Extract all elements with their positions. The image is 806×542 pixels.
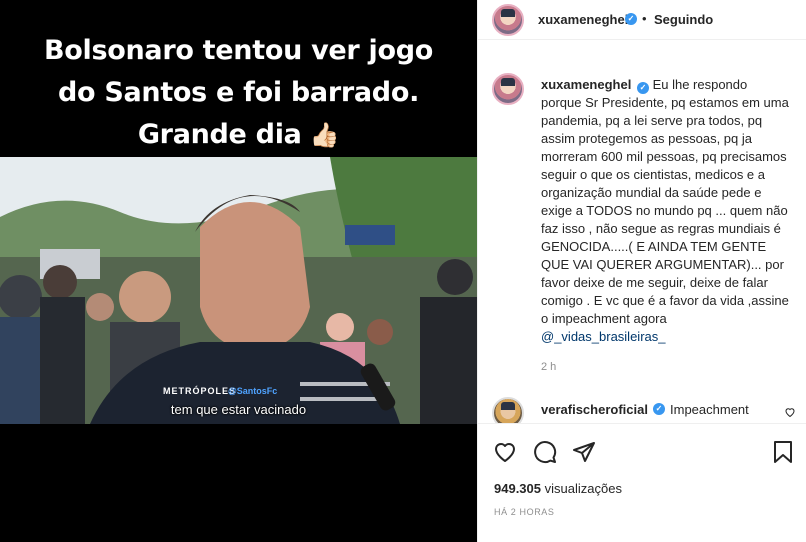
like-heart-icon[interactable] xyxy=(493,440,517,469)
post-header: xuxameneghel ✓ • Seguindo xyxy=(478,0,806,40)
video-frame[interactable] xyxy=(0,157,477,424)
view-count-number: 949.305 xyxy=(494,481,541,496)
reply-text: Impeachment xyxy=(670,402,749,417)
comment-text: Eu lhe respondo porque Sr Presidente, pq… xyxy=(541,77,793,326)
comment-mention-link[interactable]: @_vidas_brasileiras_ xyxy=(541,329,665,344)
author-username[interactable]: xuxameneghel xyxy=(538,12,628,27)
comment-verified-badge-icon: ✓ xyxy=(636,82,649,94)
post-actions-bar: 949.305 visualizações HÁ 2 HORAS xyxy=(478,423,806,542)
video-caption: Bolsonaro tentou ver jogo do Santos e fo… xyxy=(0,30,477,156)
caption-line-2: do Santos e foi barrado. xyxy=(57,77,420,108)
video-watermark-2: @SantosFc xyxy=(228,386,278,396)
save-bookmark-icon[interactable] xyxy=(772,440,794,469)
caption-line-1: Bolsonaro tentou ver jogo xyxy=(43,35,434,66)
comment-avatar[interactable] xyxy=(492,73,524,105)
separator-dot: • xyxy=(642,11,647,26)
video-watermark: METRÓPOLES xyxy=(163,386,237,396)
caption-line-3: Grande dia 👍🏻 xyxy=(0,114,477,156)
post-media[interactable]: Bolsonaro tentou ver jogo do Santos e fo… xyxy=(0,0,477,542)
reply-username[interactable]: verafischeroficial xyxy=(541,402,648,417)
post-timestamp[interactable]: HÁ 2 HORAS xyxy=(494,507,555,517)
verified-badge-icon: ✓ xyxy=(625,13,637,25)
reply-like-heart-icon[interactable] xyxy=(784,405,796,423)
post-side-panel: xuxameneghel ✓ • Seguindo xuxameneghel ✓… xyxy=(477,0,806,542)
caption-line-3-text: Grande dia xyxy=(137,119,302,150)
author-comment: xuxameneghel ✓ Eu lhe respondo porque Sr… xyxy=(541,76,791,346)
video-subtitle: tem que estar vacinado xyxy=(170,402,307,417)
comment-username[interactable]: xuxameneghel xyxy=(541,77,631,92)
comment-bubble-icon[interactable] xyxy=(533,440,557,469)
comment-time: 2 h xyxy=(541,361,557,373)
share-paper-plane-icon[interactable] xyxy=(572,440,596,469)
video-scene xyxy=(0,157,477,424)
reply-verified-badge-icon: ✓ xyxy=(653,403,665,415)
thumbs-up-emoji: 👍🏻 xyxy=(309,121,340,149)
view-count-label: visualizações xyxy=(544,481,622,496)
following-button[interactable]: Seguindo xyxy=(654,12,713,27)
author-avatar[interactable] xyxy=(492,4,524,36)
view-count[interactable]: 949.305 visualizações xyxy=(494,481,622,496)
